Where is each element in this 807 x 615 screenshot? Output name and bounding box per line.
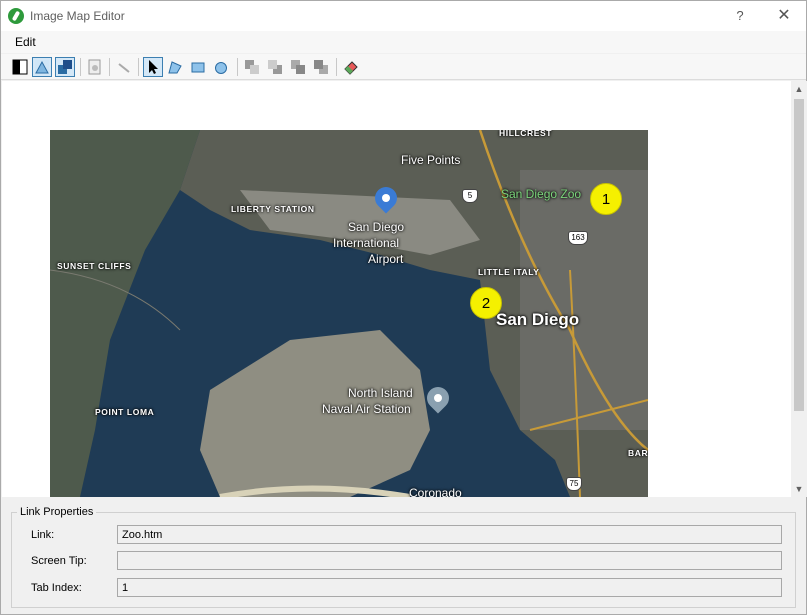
unlink-icon xyxy=(118,63,130,73)
toolbar-separator xyxy=(336,58,337,76)
map-label-north-island-2: Naval Air Station xyxy=(322,402,411,416)
pointer-tool-button[interactable] xyxy=(143,57,163,77)
map-label-airport-1: San Diego xyxy=(348,220,405,234)
link-field[interactable] xyxy=(117,525,782,544)
menu-edit[interactable]: Edit xyxy=(15,35,36,49)
circle-tool-button[interactable] xyxy=(211,57,231,77)
send-backward-icon xyxy=(268,60,282,74)
vertical-scrollbar[interactable]: ▲ ▼ xyxy=(791,81,807,497)
map-label-five-points: Five Points xyxy=(401,153,461,167)
bring-to-front-icon xyxy=(291,60,305,74)
scroll-down-arrow-icon[interactable]: ▼ xyxy=(791,481,807,497)
hotspot-marker-2[interactable]: 2 xyxy=(470,287,502,319)
rectangle-tool-icon xyxy=(191,62,205,73)
send-to-back-icon xyxy=(314,60,328,74)
tab-index-label: Tab Index: xyxy=(31,582,82,594)
properties-button[interactable] xyxy=(85,57,105,77)
contrast-icon xyxy=(12,59,28,75)
map-label-san-diego: San Diego xyxy=(496,310,580,329)
map-label-airport-2: International xyxy=(333,236,400,250)
close-button[interactable]: ✕ xyxy=(771,5,797,27)
bring-forward-icon xyxy=(245,60,259,74)
circle-tool-icon xyxy=(215,62,227,74)
map-image[interactable]: HILLCREST Five Points San Diego Zoo LIBE… xyxy=(50,130,648,497)
image-canvas[interactable]: HILLCREST Five Points San Diego Zoo LIBE… xyxy=(2,81,791,497)
unlink-button[interactable] xyxy=(114,57,134,77)
pointer-icon xyxy=(149,60,158,74)
highlight-areas-button[interactable] xyxy=(32,57,52,77)
tab-index-field[interactable] xyxy=(117,578,782,597)
screen-tip-field[interactable] xyxy=(117,551,782,570)
polygon-tool-icon xyxy=(168,61,182,74)
overlap-areas-button[interactable] xyxy=(55,57,75,77)
app-logo-icon xyxy=(8,8,24,24)
toolbar-separator xyxy=(80,58,81,76)
route-5-shield: 5 xyxy=(462,189,478,203)
rectangle-overlap-icon xyxy=(58,60,72,74)
bring-forward-button[interactable] xyxy=(242,57,262,77)
toolbar-separator xyxy=(109,58,110,76)
map-label-point-loma: POINT LOMA xyxy=(95,407,155,417)
help-button[interactable]: ? xyxy=(729,5,751,27)
map-label-airport-3: Airport xyxy=(368,252,404,266)
send-to-back-button[interactable] xyxy=(311,57,331,77)
scrollbar-thumb[interactable] xyxy=(794,99,804,411)
rectangle-tool-button[interactable] xyxy=(188,57,208,77)
scroll-up-arrow-icon[interactable]: ▲ xyxy=(791,81,807,97)
toolbar-separator xyxy=(237,58,238,76)
route-75-shield: 75 xyxy=(566,477,582,491)
map-label-bar: BAR xyxy=(628,448,648,458)
map-label-coronado: Coronado xyxy=(409,486,462,497)
contrast-button[interactable] xyxy=(10,57,30,77)
eraser-button[interactable] xyxy=(341,57,361,77)
properties-icon xyxy=(88,59,101,75)
map-label-north-island-1: North Island xyxy=(348,386,413,400)
map-label-san-diego-zoo: San Diego Zoo xyxy=(501,187,582,201)
map-label-little-italy: LITTLE ITALY xyxy=(478,267,540,277)
title-bar: Image Map Editor ? ✕ xyxy=(1,1,806,31)
toolbar-separator xyxy=(138,58,139,76)
link-label: Link: xyxy=(31,529,55,541)
eraser-icon xyxy=(344,61,358,75)
toolbar xyxy=(1,54,806,80)
map-label-liberty-station: LIBERTY STATION xyxy=(231,204,315,214)
route-163-shield: 163 xyxy=(568,231,588,245)
map-label-hillcrest: HILLCREST xyxy=(499,130,553,138)
bring-to-front-button[interactable] xyxy=(288,57,308,77)
polygon-highlight-icon xyxy=(35,60,49,74)
hotspot-marker-1[interactable]: 1 xyxy=(590,183,622,215)
map-label-sunset-cliffs: SUNSET CLIFFS xyxy=(57,261,132,271)
image-map-editor-window: Image Map Editor ? ✕ Edit HILLCREST Five… xyxy=(0,0,807,615)
screen-tip-label: Screen Tip: xyxy=(31,555,87,567)
link-properties-legend: Link Properties xyxy=(17,506,97,518)
send-backward-button[interactable] xyxy=(265,57,285,77)
polygon-tool-button[interactable] xyxy=(165,57,185,77)
menu-bar: Edit xyxy=(1,31,806,53)
window-title: Image Map Editor xyxy=(30,9,125,23)
